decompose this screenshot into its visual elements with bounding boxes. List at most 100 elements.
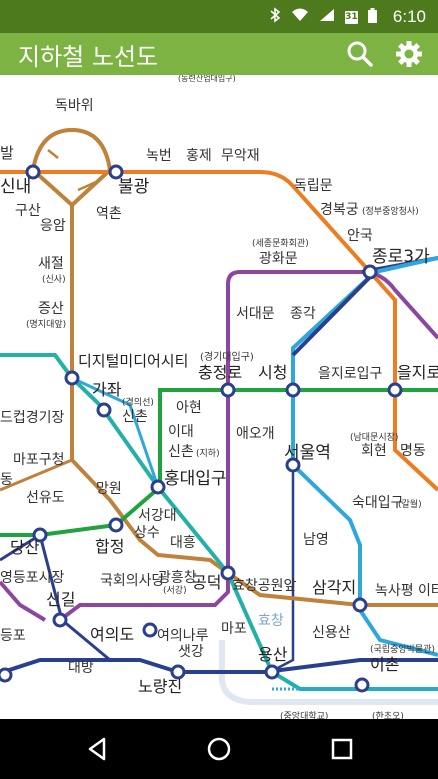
station-label[interactable]: 숙대입구 — [352, 495, 404, 511]
station-label[interactable]: (경의선) — [122, 396, 154, 408]
station-label[interactable]: 안국 — [347, 228, 373, 244]
station-label[interactable]: 아현 — [176, 400, 202, 416]
station-label[interactable]: 대방 — [68, 660, 94, 676]
station-label[interactable]: 샛강 — [178, 644, 204, 660]
station-label[interactable]: 선유도 — [26, 490, 65, 506]
station-label[interactable]: 역촌 — [96, 206, 122, 222]
station-label[interactable]: 망원 — [96, 481, 122, 497]
station-label[interactable]: 녹사평 — [375, 583, 414, 599]
station-hongik-marker[interactable] — [150, 479, 166, 495]
station-label[interactable]: (중앙대학교) — [280, 710, 328, 719]
station-jongno3ga-marker[interactable] — [362, 264, 378, 280]
station-hapjeong-marker[interactable] — [108, 517, 124, 533]
station-dmc-marker[interactable] — [64, 370, 80, 386]
station-yongsan-marker[interactable] — [264, 664, 280, 680]
station-label[interactable]: 불광 — [118, 177, 149, 197]
station-label[interactable]: (동련산업대입구) — [178, 75, 236, 83]
station-label[interactable]: 공덕 — [192, 573, 221, 592]
station-label[interactable]: 신길 — [46, 590, 75, 609]
station-label[interactable]: 충정로 — [198, 363, 242, 382]
station-label[interactable]: 디지털미디어시티 — [78, 352, 188, 370]
station-label[interactable]: 효창공원앞 — [232, 578, 297, 594]
station-label[interactable]: 회현 — [361, 443, 387, 459]
station-yeouido-marker[interactable] — [142, 622, 158, 638]
station-label[interactable]: 홍대입구 — [164, 469, 227, 489]
station-label[interactable]: (정부중앙청사) — [362, 205, 419, 217]
station-label[interactable]: 신내 — [0, 177, 31, 197]
station-label[interactable]: 효창 — [258, 613, 284, 629]
station-label[interactable]: 녹번 — [146, 148, 172, 164]
station-label[interactable]: (세종문화회관) — [252, 238, 309, 249]
station-label[interactable]: 영등포시장 — [0, 570, 65, 586]
recents-button[interactable] — [328, 735, 356, 763]
station-label[interactable]: 국회의사당 — [100, 573, 165, 589]
search-button[interactable] — [344, 38, 376, 70]
station-label[interactable]: 독바위 — [55, 98, 94, 114]
station-label[interactable]: 등포 — [0, 628, 26, 644]
station-label[interactable]: 동 — [0, 472, 13, 488]
station-left-bottom-marker[interactable] — [0, 667, 13, 683]
station-label[interactable]: 명동 — [400, 443, 426, 459]
station-label[interactable]: 홍제 — [186, 148, 212, 164]
settings-button[interactable] — [393, 38, 425, 70]
station-gajwa-marker[interactable] — [96, 402, 112, 418]
station-label[interactable]: 드컵경기장 — [0, 410, 65, 426]
subway-map[interactable]: (동련산업대입구) 독바위 발 신내 구산 응암 역촌 불광 녹번 홍제 무악재… — [0, 75, 438, 719]
station-label[interactable]: 시청 — [258, 363, 287, 382]
station-label[interactable]: (국립중앙박물관) — [370, 643, 435, 655]
station-label[interactable]: (서강) — [163, 585, 187, 596]
station-label[interactable]: 노량진 — [138, 677, 182, 696]
station-label[interactable]: 종로3가 — [372, 247, 430, 267]
station-label[interactable]: 남영 — [303, 532, 329, 548]
station-label[interactable]: 증산 — [38, 301, 64, 317]
station-label[interactable]: 이대 — [168, 424, 194, 440]
station-label[interactable]: 광화문 — [259, 251, 298, 267]
station-singil-marker[interactable] — [52, 612, 68, 628]
station-label[interactable]: 을지로 — [397, 363, 438, 382]
station-label[interactable]: (신사) — [42, 274, 66, 285]
station-label[interactable]: 새절 — [38, 256, 64, 272]
station-sicheong-marker[interactable] — [285, 382, 301, 398]
station-label[interactable]: (갈월) — [398, 498, 422, 510]
station-label[interactable]: 여의도 — [90, 625, 134, 644]
back-button[interactable] — [84, 735, 112, 763]
station-label[interactable]: 삼각지 — [312, 578, 356, 597]
station-label[interactable]: 당산 — [10, 538, 40, 557]
station-ichon-marker[interactable] — [354, 677, 370, 693]
station-label[interactable]: (남대문시장) — [350, 432, 398, 443]
station-label[interactable]: 응암 — [40, 218, 66, 234]
station-label[interactable]: 이촌 — [370, 655, 399, 674]
station-label[interactable]: (지하) — [196, 448, 220, 459]
station-label[interactable]: 종각 — [290, 306, 316, 322]
station-label[interactable]: 경복궁 — [320, 202, 359, 218]
station-label[interactable]: 신용산 — [312, 625, 351, 641]
station-chungjeongno-marker[interactable] — [220, 382, 236, 398]
station-samgakji-marker[interactable] — [352, 597, 368, 613]
station-label[interactable]: 마포 — [221, 621, 247, 637]
station-label[interactable]: 독립문 — [294, 178, 333, 194]
station-label[interactable]: 애오개 — [236, 426, 275, 442]
station-label[interactable]: 상수 — [134, 525, 160, 541]
station-label[interactable]: 구산 — [15, 203, 41, 219]
station-label[interactable]: 가좌 — [92, 380, 122, 399]
station-label[interactable]: (명지대앞) — [26, 318, 66, 330]
station-label[interactable]: 서강대 — [138, 508, 177, 524]
station-label[interactable]: 을지로입구 — [318, 366, 383, 382]
station-label[interactable]: (한초오) — [372, 711, 404, 719]
station-label[interactable]: 대흥 — [170, 535, 196, 551]
station-label[interactable]: 신촌 — [168, 444, 194, 460]
station-label[interactable]: 여의나루 — [157, 628, 209, 644]
station-label[interactable]: 이타 — [418, 583, 438, 599]
station-label[interactable]: 신촌 — [122, 409, 148, 425]
home-button[interactable] — [205, 735, 233, 763]
subway-map-svg[interactable]: (동련산업대입구) 독바위 발 신내 구산 응암 역촌 불광 녹번 홍제 무악재… — [0, 75, 438, 719]
station-label[interactable]: 무악재 — [221, 148, 260, 164]
station-label[interactable]: 발 — [0, 144, 14, 162]
station-label[interactable]: 마포구청 — [13, 452, 65, 468]
station-label[interactable]: 서울역 — [284, 443, 331, 463]
station-label[interactable]: (경기대입구) — [200, 350, 254, 363]
station-label[interactable]: 합정 — [95, 537, 124, 556]
station-label[interactable]: 용산 — [258, 645, 288, 664]
station-euljiro3-marker[interactable] — [387, 382, 403, 398]
station-label[interactable]: 서대문 — [236, 306, 275, 322]
